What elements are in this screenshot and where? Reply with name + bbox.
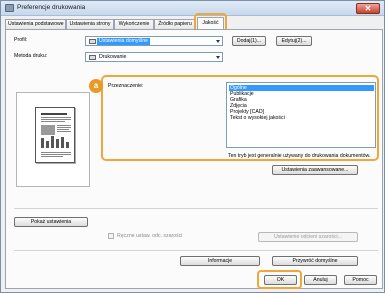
preview-content-graphic — [41, 113, 71, 157]
title-bar: Preferencje drukowania ✕ — [1, 1, 384, 16]
tab-finishing[interactable]: Wykończenie — [114, 19, 154, 29]
close-button[interactable]: ✕ — [356, 3, 380, 14]
tab-paper-source[interactable]: Źródło papieru — [154, 19, 196, 29]
printer-icon — [89, 55, 96, 60]
tab-page-settings[interactable]: Ustawienia strony — [66, 19, 114, 29]
manual-gray-checkbox[interactable] — [108, 233, 114, 239]
info-button[interactable]: Informacje — [180, 256, 260, 266]
advanced-settings-button[interactable]: Ustawienia zaawansowane... — [272, 165, 358, 175]
chevron-down-icon — [216, 56, 220, 59]
tab-basic-settings[interactable]: Ustawienia podstawowe — [5, 19, 66, 29]
print-method-dropdown[interactable]: Drukowanie — [85, 52, 223, 62]
help-button[interactable]: Pomoc — [344, 275, 377, 285]
print-method-label: Metoda druku: — [14, 53, 48, 59]
chevron-down-icon — [216, 40, 220, 43]
show-settings-button[interactable]: Pokaż ustawienia — [14, 217, 88, 227]
page-preview — [16, 92, 90, 187]
profile-dropdown[interactable]: Ustawienia domyślne — [85, 36, 223, 46]
print-preferences-window: Preferencje drukowania ✕ Ustawienia pods… — [0, 0, 385, 293]
add-profile-button[interactable]: Dodaj(1)... — [232, 36, 266, 46]
manual-gray-label: Ręczne ustaw. odc. szarości — [117, 233, 183, 239]
window-title: Preferencje drukowania — [17, 4, 86, 11]
restore-defaults-button[interactable]: Przywróć domyślne — [272, 256, 358, 266]
divider — [14, 208, 378, 209]
cancel-button[interactable]: Anuluj — [304, 275, 337, 285]
profile-icon — [89, 39, 96, 44]
profile-label: Profil: — [14, 37, 28, 43]
edit-profile-button[interactable]: Edytuj(2)... — [276, 36, 312, 46]
print-method-value: Drukowanie — [99, 54, 127, 60]
divider — [14, 250, 378, 251]
profile-value: Ustawienia domyślne — [97, 38, 151, 45]
purpose-highlight — [101, 75, 379, 161]
annotation-badge: a — [89, 79, 103, 93]
gray-settings-button[interactable]: Ustawienie odcieni szarości... — [258, 232, 358, 242]
preview-page — [35, 107, 75, 163]
ok-highlight — [257, 270, 302, 289]
printer-icon — [5, 4, 14, 12]
